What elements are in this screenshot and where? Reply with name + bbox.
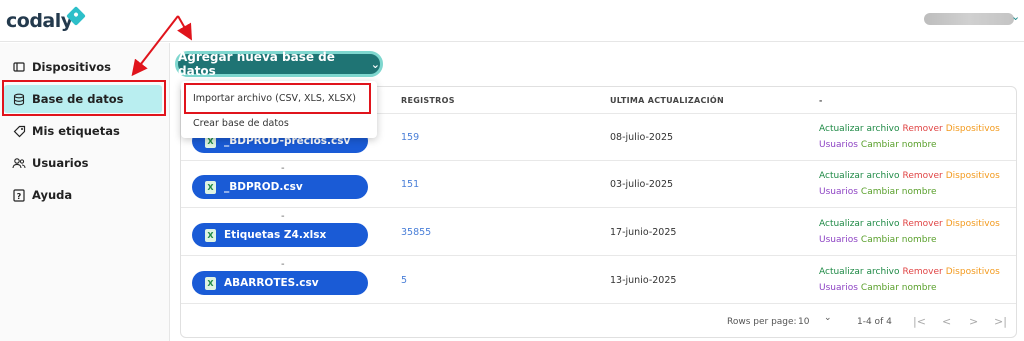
file-button[interactable]: X Etiquetas Z4.xlsx [192, 223, 368, 247]
remover-link[interactable]: Remover [903, 124, 943, 134]
excel-file-icon: X [205, 228, 216, 242]
file-button[interactable]: X _BDPROD.csv [192, 175, 368, 199]
row-dash: - [281, 163, 285, 174]
chevron-down-icon: ⌄ [370, 57, 380, 71]
actualizar-archivo-link[interactable]: Actualizar archivo [819, 124, 900, 134]
excel-file-icon: X [205, 180, 216, 194]
dispositivos-link[interactable]: Dispositivos [946, 124, 1000, 134]
registros-value[interactable]: 151 [401, 179, 419, 190]
actualizar-archivo-link[interactable]: Actualizar archivo [819, 219, 900, 229]
rows-per-page-label: Rows per page: [727, 317, 797, 327]
last-page-button[interactable]: >| [994, 315, 1007, 328]
sidebar-item-label: Usuarios [32, 156, 89, 170]
remover-link[interactable]: Remover [903, 267, 943, 277]
dispositivos-link[interactable]: Dispositivos [946, 171, 1000, 181]
usuarios-link[interactable]: Usuarios [819, 235, 858, 245]
dispositivos-link[interactable]: Dispositivos [946, 267, 1000, 277]
sidebar-item-usuarios[interactable]: Usuarios [4, 149, 162, 177]
tag-icon [12, 124, 26, 138]
rows-per-page-select[interactable]: 10 [798, 317, 809, 327]
row-dash: - [281, 259, 285, 270]
registros-value[interactable]: 35855 [401, 227, 431, 238]
column-header-acciones: - [819, 96, 823, 105]
fecha-value: 13-junio-2025 [610, 275, 677, 286]
sidebar-item-label: Mis etiquetas [32, 124, 120, 138]
users-icon [12, 156, 26, 170]
divider [181, 207, 1016, 208]
actualizar-archivo-link[interactable]: Actualizar archivo [819, 267, 900, 277]
fecha-value: 08-julio-2025 [610, 132, 674, 143]
file-name: Etiquetas Z4.xlsx [224, 229, 327, 241]
add-database-button[interactable]: Agregar nueva base de datos ⌄ [175, 50, 383, 78]
row-actions: Actualizar archivo Remover Dispositivos Us… [819, 264, 1014, 296]
row-actions: Actualizar archivo Remover Dispositivos Us… [819, 216, 1014, 248]
usuarios-link[interactable]: Usuarios [819, 283, 858, 293]
pagination-range: 1-4 of 4 [857, 317, 892, 327]
top-bar: codaly ⌄ [0, 0, 1024, 42]
add-database-label: Agregar nueva base de datos [178, 50, 335, 78]
file-button[interactable]: X ABARROTES.csv [192, 271, 368, 295]
fecha-value: 03-julio-2025 [610, 179, 674, 190]
highlight-box-import [184, 83, 371, 114]
highlight-box-sidebar [2, 80, 166, 116]
dispositivos-link[interactable]: Dispositivos [946, 219, 1000, 229]
excel-file-icon: X [205, 276, 216, 290]
svg-text:?: ? [17, 192, 22, 201]
sidebar-item-mis-etiquetas[interactable]: Mis etiquetas [4, 117, 162, 145]
device-icon [12, 60, 26, 74]
chevron-down-icon[interactable]: ⌄ [824, 313, 832, 323]
file-name: ABARROTES.csv [224, 277, 319, 289]
cambiar-nombre-link[interactable]: Cambiar nombre [861, 187, 937, 197]
sidebar-item-label: Ayuda [32, 188, 73, 202]
divider [181, 255, 1016, 256]
logo[interactable]: codaly [6, 6, 86, 36]
usuarios-link[interactable]: Usuarios [819, 187, 858, 197]
registros-value[interactable]: 159 [401, 132, 419, 143]
row-actions: Actualizar archivo Remover Dispositivos Us… [819, 168, 1014, 200]
column-header-ultima-actualizacion: ULTIMA ACTUALIZACIÓN [610, 96, 725, 105]
usuarios-link[interactable]: Usuarios [819, 140, 858, 150]
cambiar-nombre-link[interactable]: Cambiar nombre [861, 283, 937, 293]
cambiar-nombre-link[interactable]: Cambiar nombre [861, 140, 937, 150]
sidebar-item-ayuda[interactable]: ? Ayuda [4, 181, 162, 209]
user-menu[interactable] [924, 13, 1014, 25]
divider [181, 303, 1016, 304]
first-page-button[interactable]: |< [913, 315, 926, 328]
sidebar-item-dispositivos[interactable]: Dispositivos [4, 53, 162, 81]
row-dash: - [281, 211, 285, 222]
row-actions: Actualizar archivo Remover Dispositivos Us… [819, 121, 1014, 153]
file-name: _BDPROD.csv [224, 181, 303, 193]
remover-link[interactable]: Remover [903, 219, 943, 229]
registros-value[interactable]: 5 [401, 275, 407, 286]
help-icon: ? [12, 188, 26, 202]
actualizar-archivo-link[interactable]: Actualizar archivo [819, 171, 900, 181]
cambiar-nombre-link[interactable]: Cambiar nombre [861, 235, 937, 245]
remover-link[interactable]: Remover [903, 171, 943, 181]
logo-text: codaly [6, 10, 73, 32]
column-header-registros: REGISTROS [401, 96, 455, 105]
fecha-value: 17-junio-2025 [610, 227, 677, 238]
divider [181, 160, 1016, 161]
next-page-button[interactable]: > [969, 315, 978, 328]
prev-page-button[interactable]: < [942, 315, 951, 328]
chevron-down-icon[interactable]: ⌄ [1011, 10, 1020, 23]
sidebar-item-label: Dispositivos [32, 60, 111, 74]
menu-item-crear-base[interactable]: Crear base de datos [193, 118, 289, 129]
